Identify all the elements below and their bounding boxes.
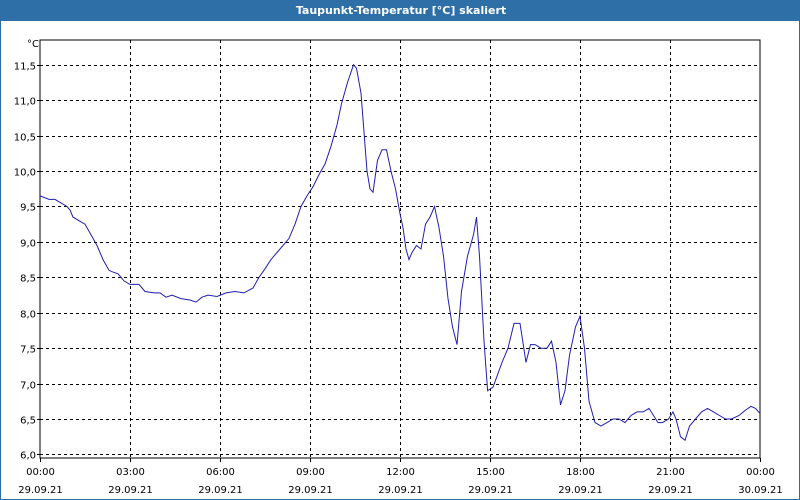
y-tick-label: 8,0 (20, 310, 36, 321)
x-tick-date-label: 29.09.21 (558, 485, 603, 496)
y-tick-label: 7,0 (20, 381, 36, 392)
x-tick-time-label: 03:00 (116, 467, 145, 478)
x-tick-time-label: 00:00 (746, 467, 775, 478)
y-tick-label: 7,5 (20, 345, 36, 356)
x-tick-date-label: 29.09.21 (198, 485, 243, 496)
x-tick-time-label: 06:00 (206, 467, 235, 478)
x-tick-date-label: 29.09.21 (378, 485, 423, 496)
x-tick-date-label: 29.09.21 (18, 485, 63, 496)
x-tick-time-label: 00:00 (26, 467, 55, 478)
x-axis: 00:00 29.09.21 03:00 29.09.21 06:00 29.09.21 0… (18, 458, 783, 496)
y-tick-label: 6,0 (20, 451, 36, 462)
x-tick-time-label: 21:00 (656, 467, 685, 478)
x-tick-date-label: 29.09.21 (108, 485, 153, 496)
x-tick-time-label: 18:00 (566, 467, 595, 478)
x-tick-time-label: 12:00 (386, 467, 415, 478)
x-tick-date-label: 30.09.21 (738, 485, 783, 496)
line-chart: 6,0 6,5 7,0 7,5 8,0 8,5 9,0 9,5 10,0 10,5 11,0 11,5… (14, 39, 783, 496)
x-tick-time-label: 15:00 (476, 467, 505, 478)
y-tick-label: 10,5 (14, 133, 36, 144)
y-tick-label: 10,0 (14, 168, 36, 179)
y-axis-unit-label: °C (27, 39, 39, 50)
y-tick-label: 9,5 (20, 203, 36, 214)
y-tick-label: 6,5 (20, 416, 36, 427)
y-tick-label: 11,0 (14, 97, 36, 108)
y-tick-label: 11,5 (14, 62, 36, 73)
y-axis: 6,0 6,5 7,0 7,5 8,0 8,5 9,0 9,5 10,0 10,5 11,0 11,5 (14, 62, 40, 462)
x-tick-date-label: 29.09.21 (468, 485, 513, 496)
x-tick-date-label: 29.09.21 (648, 485, 693, 496)
y-tick-label: 8,5 (20, 274, 36, 285)
x-tick-date-label: 29.09.21 (288, 485, 333, 496)
y-tick-label: 9,0 (20, 239, 36, 250)
x-tick-time-label: 09:00 (296, 467, 325, 478)
